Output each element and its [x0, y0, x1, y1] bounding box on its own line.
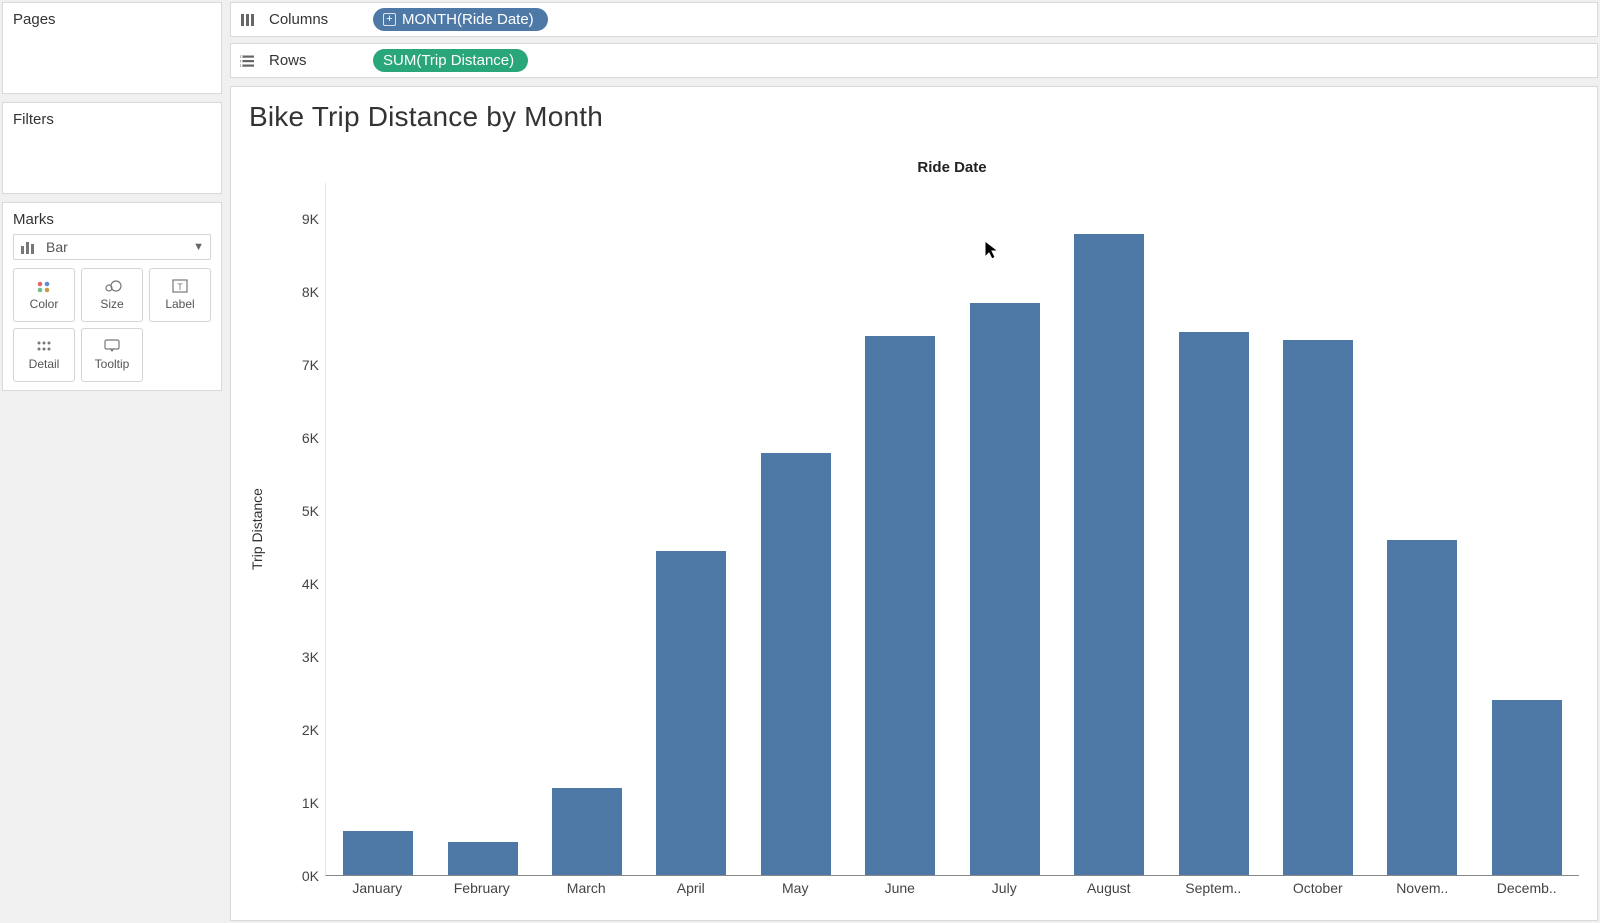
bar[interactable] — [1492, 700, 1562, 875]
bar-slot — [326, 183, 430, 875]
x-tick-label: October — [1266, 876, 1371, 902]
marks-tooltip-button[interactable]: Tooltip — [81, 328, 143, 382]
chart-plot-area[interactable] — [325, 183, 1579, 876]
marks-labeltext-label: Label — [165, 297, 194, 311]
bar[interactable] — [1074, 234, 1144, 875]
chevron-down-icon: ▼ — [193, 241, 204, 253]
marks-card: Marks Bar ▼ — [2, 202, 222, 391]
filters-card[interactable]: Filters — [2, 102, 222, 194]
visualization-canvas[interactable]: Bike Trip Distance by Month Ride Date Tr… — [230, 86, 1598, 921]
rows-pill-label: SUM(Trip Distance) — [383, 52, 514, 69]
columns-label: Columns — [269, 11, 359, 28]
mark-type-select[interactable]: Bar ▼ — [13, 234, 211, 260]
rows-pill[interactable]: SUM(Trip Distance) — [373, 49, 528, 72]
columns-icon — [239, 12, 255, 28]
bar-slot — [1475, 183, 1579, 875]
bar[interactable] — [865, 336, 935, 875]
size-icon — [101, 279, 123, 293]
x-tick-label: May — [743, 876, 848, 902]
bar[interactable] — [970, 303, 1040, 875]
bar[interactable] — [448, 842, 518, 875]
y-tick-label: 2K — [302, 722, 319, 738]
y-tick-label: 4K — [302, 576, 319, 592]
bar[interactable] — [1179, 332, 1249, 875]
bar-slot — [639, 183, 743, 875]
x-tick-label: Novem.. — [1370, 876, 1475, 902]
columns-pill[interactable]: + MONTH(Ride Date) — [373, 8, 548, 31]
y-axis-ticks: 0K1K2K3K4K5K6K7K8K9K — [277, 183, 325, 876]
chart-title[interactable]: Bike Trip Distance by Month — [231, 87, 1597, 139]
x-tick-label: June — [848, 876, 953, 902]
x-tick-label: April — [639, 876, 744, 902]
y-axis-title: Trip Distance — [249, 183, 277, 876]
marks-detail-label: Detail — [29, 357, 60, 371]
bar-slot — [1057, 183, 1161, 875]
bar-slot — [535, 183, 639, 875]
bar[interactable] — [343, 831, 413, 875]
bar[interactable] — [1283, 340, 1353, 875]
columns-shelf[interactable]: Columns + MONTH(Ride Date) — [230, 2, 1598, 37]
bar[interactable] — [552, 788, 622, 875]
x-axis-title: Ride Date — [325, 159, 1579, 183]
y-tick-label: 8K — [302, 284, 319, 300]
detail-icon — [35, 339, 53, 353]
pages-card[interactable]: Pages — [2, 2, 222, 94]
bar-slot — [953, 183, 1057, 875]
label-icon: T — [171, 279, 189, 293]
y-tick-label: 9K — [302, 211, 319, 227]
mark-type-label: Bar — [46, 239, 193, 255]
x-tick-label: August — [1057, 876, 1162, 902]
marks-color-label: Color — [30, 297, 59, 311]
x-tick-label: Decemb.. — [1475, 876, 1580, 902]
bar[interactable] — [656, 551, 726, 875]
bar[interactable] — [1387, 540, 1457, 875]
y-tick-label: 3K — [302, 649, 319, 665]
marks-label-button[interactable]: T Label — [149, 268, 211, 322]
y-tick-label: 5K — [302, 503, 319, 519]
color-icon — [35, 279, 53, 293]
rows-icon — [239, 53, 255, 69]
bar[interactable] — [761, 453, 831, 875]
y-tick-label: 1K — [302, 795, 319, 811]
marks-detail-button[interactable]: Detail — [13, 328, 75, 382]
bar-slot — [1266, 183, 1370, 875]
expand-icon: + — [383, 13, 396, 26]
x-tick-label: January — [325, 876, 430, 902]
bar-slot — [744, 183, 848, 875]
y-tick-label: 6K — [302, 430, 319, 446]
x-tick-label: March — [534, 876, 639, 902]
rows-shelf[interactable]: Rows SUM(Trip Distance) — [230, 43, 1598, 78]
bar-slot — [848, 183, 952, 875]
y-tick-label: 0K — [302, 868, 319, 884]
bar-slot — [1161, 183, 1265, 875]
marks-label: Marks — [13, 211, 211, 228]
marks-color-button[interactable]: Color — [13, 268, 75, 322]
bar-chart-icon — [20, 240, 38, 254]
rows-label: Rows — [269, 52, 359, 69]
x-axis-ticks: JanuaryFebruaryMarchAprilMayJuneJulyAugu… — [325, 876, 1579, 902]
bar-slot — [430, 183, 534, 875]
pages-label: Pages — [13, 11, 211, 28]
tooltip-icon — [103, 339, 121, 353]
bar-slot — [1370, 183, 1474, 875]
x-tick-label: February — [430, 876, 535, 902]
x-tick-label: Septem.. — [1161, 876, 1266, 902]
x-tick-label: July — [952, 876, 1057, 902]
marks-size-button[interactable]: Size — [81, 268, 143, 322]
svg-text:T: T — [177, 282, 183, 292]
marks-tooltip-label: Tooltip — [95, 357, 130, 371]
columns-pill-label: MONTH(Ride Date) — [402, 11, 534, 28]
filters-label: Filters — [13, 111, 211, 128]
y-tick-label: 7K — [302, 357, 319, 373]
marks-size-label: Size — [100, 297, 123, 311]
